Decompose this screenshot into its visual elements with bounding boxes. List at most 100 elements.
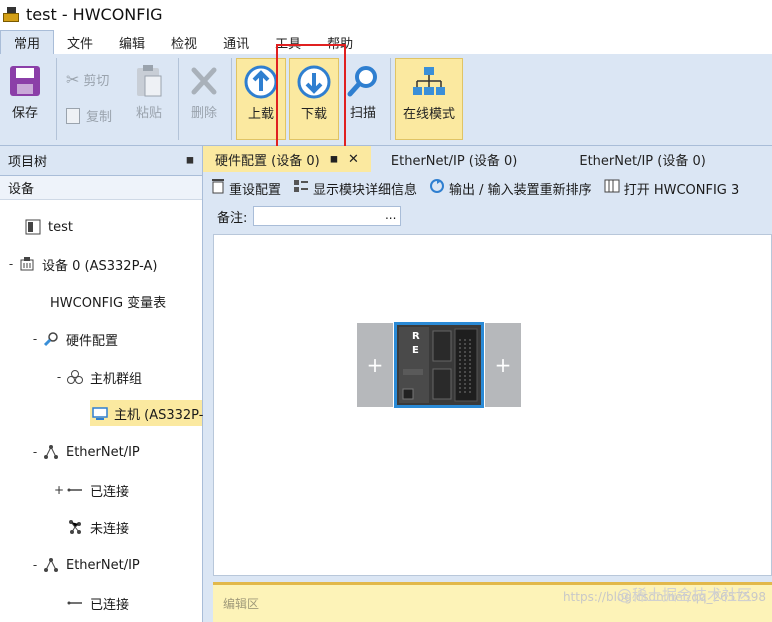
copy-label: 复制 bbox=[86, 110, 113, 125]
hardware-config-icon bbox=[42, 330, 60, 348]
tree-expander[interactable]: - bbox=[28, 332, 42, 346]
reset-config-label: 重设配置 bbox=[229, 182, 282, 198]
empty-slot-left[interactable]: + bbox=[357, 323, 393, 407]
tree-label: 主机群组 bbox=[90, 371, 143, 387]
tab-common[interactable]: 常用 bbox=[0, 30, 55, 54]
paste-label: 粘贴 bbox=[135, 106, 162, 121]
tree-expander[interactable]: - bbox=[4, 257, 18, 271]
online-mode-label: 在线模式 bbox=[402, 107, 455, 122]
tree-label: 硬件配置 bbox=[66, 333, 119, 349]
window-title: test - HWCONFIG bbox=[26, 4, 163, 24]
tree-item-variable-table[interactable]: HWCONFIG 变量表 bbox=[36, 288, 166, 314]
show-detail-button[interactable]: 显示模块详细信息 bbox=[293, 179, 417, 198]
unconnected-icon bbox=[66, 518, 84, 536]
tab-edit[interactable]: 编辑 bbox=[106, 30, 158, 54]
tree-item-test[interactable]: test bbox=[10, 214, 73, 240]
tree-expander[interactable]: + bbox=[52, 483, 66, 497]
scan-button[interactable]: 扫描 bbox=[346, 64, 380, 121]
arrow-up-icon bbox=[244, 65, 278, 99]
tab-label: 硬件配置 (设备 0) bbox=[215, 153, 320, 169]
tree-item-hardware-config[interactable]: - 硬件配置 bbox=[28, 326, 118, 352]
open-hwconfig-label: 打开 HWCONFIG 3 bbox=[623, 182, 740, 198]
project-tree-header: 项目树 ◼ bbox=[0, 146, 202, 176]
tab-file[interactable]: 文件 bbox=[54, 30, 106, 54]
tab-ethernet-ip-1[interactable]: EtherNet/IP (设备 0) bbox=[371, 146, 529, 172]
tree-item-host-group[interactable]: - 主机群组 bbox=[52, 364, 142, 390]
ribbon-separator bbox=[390, 58, 391, 140]
plc-module-graphic bbox=[397, 325, 481, 405]
plc-module[interactable]: R E bbox=[394, 322, 484, 408]
app-icon bbox=[2, 4, 22, 24]
tab-label: EtherNet/IP (设备 0) bbox=[579, 153, 706, 169]
reorder-io-button[interactable]: 输出 / 输入装置重新排序 bbox=[429, 178, 592, 198]
save-icon bbox=[10, 66, 40, 96]
tree-expander[interactable]: - bbox=[52, 370, 66, 384]
open-hwconfig-button[interactable]: 打开 HWCONFIG 3 bbox=[604, 179, 740, 198]
network-tree-icon bbox=[413, 67, 445, 95]
scissors-icon: ✂ bbox=[66, 70, 80, 89]
document-tabs: 硬件配置 (设备 0) ◼ ✕ EtherNet/IP (设备 0) Ether… bbox=[203, 146, 772, 172]
list-detail-icon bbox=[293, 179, 309, 197]
empty-slot-right[interactable]: + bbox=[485, 323, 521, 407]
tree-expander[interactable]: - bbox=[28, 558, 42, 572]
tree-label: EtherNet/IP bbox=[66, 557, 140, 573]
ribbon-separator bbox=[56, 58, 57, 140]
cut-label: 剪切 bbox=[83, 74, 110, 89]
save-button[interactable]: 保存 bbox=[8, 64, 42, 121]
copy-icon bbox=[66, 107, 80, 124]
tree-item-host[interactable]: 主机 (AS332P- bbox=[90, 400, 204, 426]
project-icon bbox=[24, 218, 42, 236]
online-mode-button[interactable]: 在线模式 bbox=[395, 58, 463, 140]
paste-button[interactable]: 粘贴 bbox=[133, 64, 165, 121]
scan-label: 扫描 bbox=[349, 106, 376, 121]
plus-icon: + bbox=[366, 353, 384, 377]
tree-item-ethernet-ip-1[interactable]: - EtherNet/IP bbox=[28, 439, 140, 465]
copy-button[interactable]: 复制 bbox=[66, 106, 112, 125]
tab-view[interactable]: 检视 bbox=[158, 30, 210, 54]
hardware-canvas: + R E + bbox=[213, 234, 772, 576]
tree-label: HWCONFIG 变量表 bbox=[50, 295, 167, 311]
close-icon[interactable]: ✕ bbox=[348, 152, 359, 167]
tree-item-connected-1[interactable]: + 已连接 bbox=[52, 477, 129, 503]
note-input[interactable]: ... bbox=[253, 206, 402, 226]
save-label: 保存 bbox=[11, 106, 38, 121]
cut-button[interactable]: ✂ 剪切 bbox=[66, 70, 109, 89]
project-tree-panel: 项目树 ◼ 设备 test - 设备 0 (AS332P-A) HWCONFIG… bbox=[0, 146, 203, 622]
tree-item-device-0[interactable]: - 设备 0 (AS332P-A) bbox=[4, 251, 158, 277]
module-label-r: R bbox=[412, 331, 420, 342]
module-label-e: E bbox=[412, 345, 419, 356]
hardware-toolbar: 重设配置 显示模块详细信息 输出 / 输入装置重新排序 打开 HWCONFIG … bbox=[211, 176, 751, 200]
tree-item-connected-2[interactable]: 已连接 bbox=[52, 590, 129, 616]
tab-communication[interactable]: 通讯 bbox=[210, 30, 262, 54]
paste-icon bbox=[137, 65, 162, 97]
tab-ethernet-ip-2[interactable]: EtherNet/IP (设备 0) bbox=[529, 146, 717, 172]
tab-hardware-config[interactable]: 硬件配置 (设备 0) ◼ ✕ bbox=[203, 146, 371, 172]
tree-item-unconnected[interactable]: 未连接 bbox=[52, 514, 129, 540]
reset-config-button[interactable]: 重设配置 bbox=[211, 178, 281, 198]
tree-label: 已连接 bbox=[90, 597, 130, 613]
project-tree-title: 项目树 bbox=[8, 155, 48, 170]
delete-label: 删除 bbox=[190, 106, 217, 121]
editor-label: 编辑区 bbox=[223, 597, 260, 611]
tree-item-ethernet-ip-2[interactable]: - EtherNet/IP bbox=[28, 552, 140, 578]
tree-label: 已连接 bbox=[90, 484, 130, 500]
tree-label: 设备 0 (AS332P-A) bbox=[42, 258, 158, 274]
tree-label: 主机 (AS332P- bbox=[114, 407, 204, 423]
tree-expander[interactable]: - bbox=[28, 445, 42, 459]
show-detail-label: 显示模块详细信息 bbox=[313, 182, 418, 198]
upload-label: 上载 bbox=[247, 107, 274, 122]
trash-icon bbox=[211, 178, 225, 198]
ribbon-separator bbox=[231, 58, 232, 140]
tree-label: 未连接 bbox=[90, 521, 130, 537]
note-more-button[interactable]: ... bbox=[385, 208, 396, 222]
delete-button[interactable]: 删除 bbox=[188, 64, 220, 121]
highlight-frame bbox=[276, 44, 346, 153]
pin-icon[interactable]: ◼ bbox=[330, 154, 338, 165]
pin-icon[interactable]: ◼ bbox=[186, 155, 194, 166]
host-group-icon bbox=[66, 368, 84, 386]
note-label: 备注: bbox=[217, 210, 248, 226]
reorder-io-label: 输出 / 输入装置重新排序 bbox=[449, 182, 592, 198]
connected-icon bbox=[66, 594, 84, 612]
plus-icon: + bbox=[494, 353, 512, 377]
network-icon bbox=[42, 556, 60, 574]
